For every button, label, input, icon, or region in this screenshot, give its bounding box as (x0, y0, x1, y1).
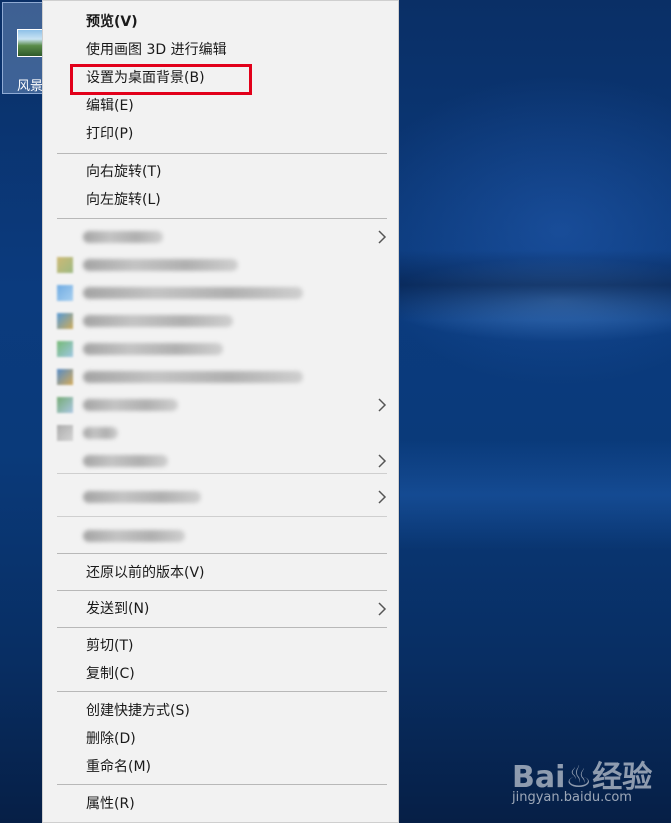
obscured-text (83, 427, 118, 439)
menu-item-rename[interactable]: 重命名(M) (43, 754, 398, 780)
menu-item-rotate-right[interactable]: 向右旋转(T) (43, 159, 398, 185)
menu-item-obscured[interactable] (43, 280, 398, 306)
menu-item-label: 打印(P) (86, 126, 134, 142)
menu-item-edit[interactable]: 编辑(E) (43, 93, 398, 119)
menu-separator (57, 784, 387, 785)
menu-item-obscured[interactable] (43, 336, 398, 362)
app-icon (57, 313, 73, 329)
menu-item-rotate-left[interactable]: 向左旋转(L) (43, 187, 398, 213)
menu-item-obscured[interactable] (43, 523, 398, 549)
menu-item-label: 重命名(M) (86, 759, 152, 775)
menu-item-label: 创建快捷方式(S) (86, 703, 190, 719)
menu-item-label: 还原以前的版本(V) (86, 565, 205, 581)
chevron-right-icon (377, 596, 387, 616)
menu-item-create-shortcut[interactable]: 创建快捷方式(S) (43, 698, 398, 724)
desktop-icon-label: 风景 (17, 79, 44, 94)
menu-item-label: 使用画图 3D 进行编辑 (86, 42, 227, 58)
menu-separator (57, 473, 387, 474)
app-icon (57, 397, 73, 413)
menu-separator (57, 218, 387, 219)
context-menu: 预览(V) 使用画图 3D 进行编辑 设置为桌面背景(B) 编辑(E) 打印(P… (42, 0, 399, 823)
obscured-text (83, 455, 168, 467)
menu-item-cut[interactable]: 剪切(T) (43, 633, 398, 659)
obscured-text (83, 259, 238, 271)
chevron-right-icon (377, 448, 387, 468)
app-icon (57, 341, 73, 357)
menu-item-label: 向左旋转(L) (86, 192, 161, 208)
menu-item-obscured[interactable] (43, 392, 398, 418)
menu-item-delete[interactable]: 删除(D) (43, 726, 398, 752)
wallpaper-light-beam (400, 440, 671, 550)
obscured-text (83, 530, 185, 542)
menu-item-obscured[interactable] (43, 252, 398, 278)
menu-separator (57, 153, 387, 154)
menu-item-label: 编辑(E) (86, 98, 134, 114)
app-icon (57, 285, 73, 301)
menu-item-obscured[interactable] (43, 484, 398, 510)
obscured-text (83, 399, 178, 411)
menu-item-obscured[interactable] (43, 448, 398, 474)
menu-separator (57, 627, 387, 628)
menu-separator (57, 553, 387, 554)
chevron-right-icon (377, 224, 387, 244)
menu-separator (57, 516, 387, 517)
menu-item-label: 发送到(N) (86, 601, 150, 617)
chevron-right-icon (377, 484, 387, 504)
menu-item-preview[interactable]: 预览(V) (43, 9, 398, 35)
menu-item-edit-paint3d[interactable]: 使用画图 3D 进行编辑 (43, 37, 398, 63)
menu-item-print[interactable]: 打印(P) (43, 121, 398, 147)
menu-item-label: 删除(D) (86, 731, 136, 747)
menu-item-label: 向右旋转(T) (86, 164, 162, 180)
menu-item-restore-previous-versions[interactable]: 还原以前的版本(V) (43, 560, 398, 586)
menu-item-label: 属性(R) (86, 796, 135, 812)
obscured-text (83, 315, 233, 327)
menu-item-copy[interactable]: 复制(C) (43, 661, 398, 687)
obscured-text (83, 343, 223, 355)
menu-separator (57, 590, 387, 591)
menu-item-label: 复制(C) (86, 666, 135, 682)
menu-item-obscured[interactable] (43, 224, 398, 250)
chevron-right-icon (377, 392, 387, 412)
obscured-text (83, 491, 201, 503)
app-icon (57, 425, 73, 441)
wallpaper-light-beam (400, 250, 671, 320)
obscured-text (83, 231, 163, 243)
menu-item-send-to[interactable]: 发送到(N) (43, 596, 398, 622)
baidu-jingyan-watermark: Bai♨经验 jingyan.baidu.com (512, 752, 667, 812)
watermark-url: jingyan.baidu.com (512, 790, 632, 805)
menu-item-obscured[interactable] (43, 420, 398, 446)
menu-item-label: 剪切(T) (86, 638, 134, 654)
obscured-text (83, 287, 303, 299)
app-icon (57, 369, 73, 385)
menu-separator (57, 691, 387, 692)
menu-item-obscured[interactable] (43, 308, 398, 334)
annotation-highlight-box (70, 64, 252, 95)
menu-item-obscured[interactable] (43, 364, 398, 390)
app-icon (57, 257, 73, 273)
obscured-text (83, 371, 303, 383)
menu-item-label: 预览(V) (86, 14, 138, 30)
menu-item-properties[interactable]: 属性(R) (43, 791, 398, 817)
